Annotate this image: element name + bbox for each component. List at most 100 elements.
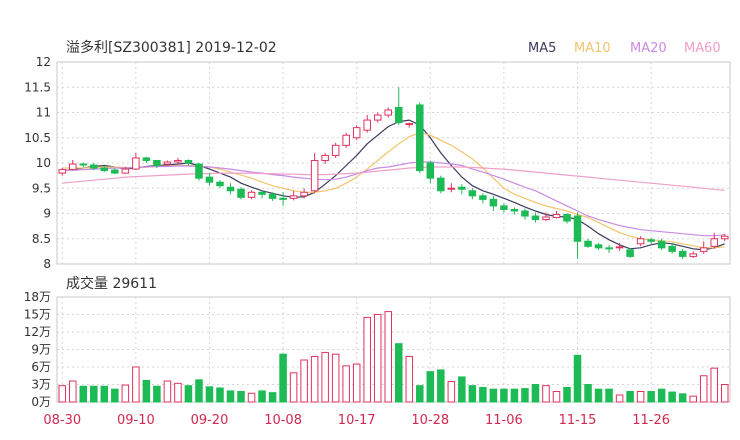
volume-bar	[584, 384, 592, 403]
volume-bar	[216, 387, 224, 403]
volume-bar	[90, 385, 98, 403]
date-x-axis: 08-30 09-10 09-20 10-08 10-17 10-28 11-06 11-15…	[43, 413, 670, 428]
candle-body	[394, 106, 403, 124]
volume-bar	[195, 379, 203, 403]
candle	[416, 102, 424, 174]
candle	[468, 188, 477, 200]
candle	[342, 132, 350, 148]
ma-line-ma20	[62, 161, 725, 237]
candle-body	[605, 247, 613, 250]
volume-bar	[342, 365, 350, 403]
volume-bar	[573, 354, 582, 403]
candle	[699, 241, 708, 254]
volume-bar	[699, 375, 708, 403]
volume-bar	[510, 388, 519, 403]
candle-body	[542, 216, 550, 221]
volume-bar	[521, 388, 529, 403]
candle	[563, 213, 571, 224]
volume-bar	[500, 388, 508, 403]
candle	[584, 238, 592, 248]
volume-bar	[310, 356, 319, 403]
volume-y-tick: 18万	[24, 290, 51, 304]
ma-legend: MA5 MA10 MA20 MA60	[528, 41, 721, 56]
volume-y-tick: 9万	[31, 343, 51, 357]
volume-bar	[710, 367, 718, 403]
candle-body	[563, 214, 571, 222]
candle	[394, 87, 403, 126]
volume-title: 成交量 29611	[66, 275, 157, 292]
candle-body	[310, 159, 319, 192]
volume-bar	[153, 385, 161, 403]
candle	[184, 159, 193, 166]
x-tick-label: 08-30	[43, 413, 81, 428]
kline-y-tick: 9	[43, 207, 51, 221]
candle	[321, 152, 329, 165]
candle-body	[90, 164, 98, 169]
volume-bar	[100, 385, 109, 403]
candle-body	[153, 159, 161, 167]
candle-body	[247, 191, 256, 198]
volume-bar	[163, 380, 172, 403]
volume-bar	[279, 353, 287, 403]
candle-body	[531, 215, 540, 221]
volume-bar	[121, 384, 130, 403]
candle-body	[121, 168, 130, 174]
candle-body	[111, 169, 119, 174]
kline-y-tick: 10.5	[24, 131, 51, 145]
candle	[437, 175, 445, 194]
candle-body	[573, 215, 582, 242]
candle	[405, 122, 414, 128]
volume-bar	[247, 392, 256, 403]
candle-body	[437, 177, 445, 192]
candle	[289, 190, 298, 201]
volume-bar	[226, 390, 235, 403]
candle-body	[615, 246, 624, 249]
candle	[279, 192, 287, 206]
volume-bar	[111, 388, 119, 403]
legend-ma5: MA5	[528, 41, 556, 56]
candle-body	[479, 195, 487, 200]
candle	[111, 168, 119, 175]
candle-body	[426, 162, 435, 179]
candle-body	[510, 208, 519, 212]
candle-body	[205, 176, 214, 183]
volume-bar	[58, 385, 67, 403]
candle-body	[342, 134, 350, 146]
x-tick-label: 11-26	[632, 413, 670, 428]
volume-bar	[373, 314, 382, 403]
x-tick-label: 10-28	[411, 413, 449, 428]
candle	[373, 112, 382, 123]
volume-bar	[594, 388, 603, 403]
candle	[594, 242, 603, 250]
volume-bar	[489, 388, 498, 403]
candle-body	[500, 205, 508, 210]
candle	[195, 163, 203, 181]
candle-body	[216, 181, 224, 187]
candle-body	[552, 214, 561, 219]
candle-body	[226, 186, 235, 192]
candle-body	[468, 190, 477, 197]
volume-bar	[563, 386, 571, 403]
kline-y-tick: 11.5	[24, 80, 51, 94]
chart-title: 溢多利[SZ300381] 2019-12-02	[66, 39, 277, 56]
volume-bar	[657, 388, 666, 403]
volume-bar	[352, 363, 361, 403]
volume-y-tick: 3万	[31, 378, 51, 392]
candle-body	[352, 127, 361, 139]
candle	[500, 203, 508, 213]
candle	[247, 190, 256, 200]
candle-body	[289, 195, 298, 199]
volume-bar	[289, 372, 298, 403]
volume-bar	[689, 395, 697, 403]
candle-body	[195, 163, 203, 179]
candle	[258, 190, 266, 199]
candle-body	[321, 154, 329, 161]
volume-bar	[205, 386, 214, 403]
x-tick-label: 09-20	[191, 413, 229, 428]
volume-bar	[258, 390, 266, 403]
candle-body	[584, 240, 592, 247]
volume-bar	[552, 391, 561, 403]
candle-body	[100, 167, 109, 172]
kline-y-tick: 8.5	[32, 232, 51, 246]
candle-body	[184, 159, 193, 164]
